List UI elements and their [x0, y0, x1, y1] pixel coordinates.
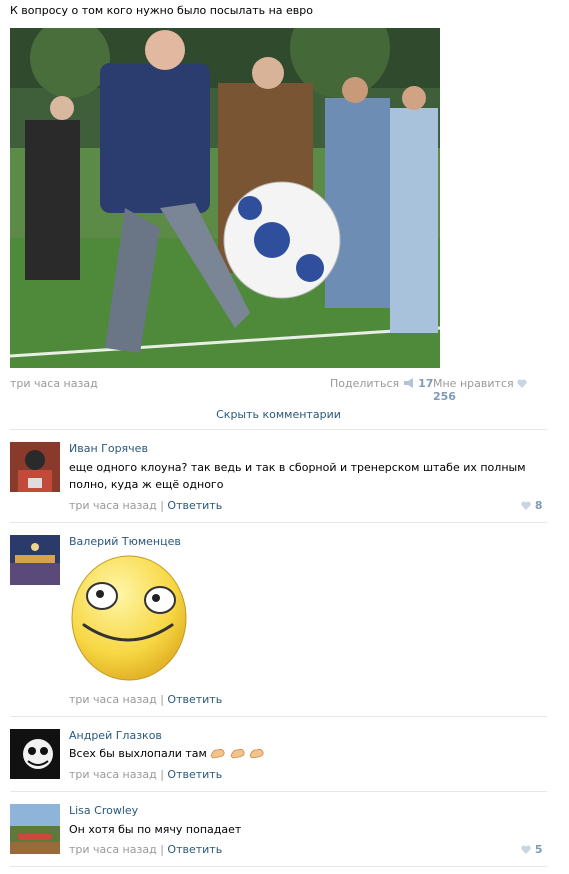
comment-meta: три часа назад | Ответить	[69, 768, 222, 781]
reply-link[interactable]: Ответить	[167, 499, 222, 512]
heart-icon	[517, 379, 527, 388]
comment-meta: три часа назад | Ответить	[69, 843, 222, 856]
avatar[interactable]	[10, 804, 60, 854]
avatar[interactable]	[10, 535, 60, 585]
comment-author[interactable]: Lisa Crowley	[69, 804, 138, 817]
flexed-biceps-emoji	[210, 748, 225, 759]
heart-icon	[521, 501, 531, 510]
divider	[10, 791, 547, 792]
comment-author[interactable]: Андрей Глазков	[69, 729, 162, 742]
comment-like-button[interactable]: 5	[521, 843, 543, 856]
smiley-sticker	[71, 555, 187, 681]
share-count: 17	[418, 377, 434, 390]
divider	[10, 429, 547, 430]
share-label: Поделиться	[330, 377, 400, 390]
share-button[interactable]: Поделиться 17	[330, 377, 433, 390]
like-count: 256	[433, 390, 456, 403]
comment-like-button[interactable]: 8	[521, 499, 543, 512]
divider	[10, 522, 547, 523]
post-meta: три часа назад Поделиться 17 Мне нравитс…	[10, 377, 540, 403]
avatar-image	[10, 535, 60, 585]
football-photo	[10, 28, 440, 368]
comment-time: три часа назад	[69, 499, 157, 512]
reply-link[interactable]: Ответить	[167, 693, 222, 706]
avatar[interactable]	[10, 442, 60, 492]
comment-time: три часа назад	[69, 693, 157, 706]
post-photo[interactable]	[10, 28, 440, 368]
post-time: три часа назад	[10, 377, 98, 390]
megaphone-icon	[403, 378, 413, 388]
comment-like-count: 5	[534, 843, 543, 856]
avatar-image	[10, 729, 60, 779]
comment-author[interactable]: Иван Горячев	[69, 442, 148, 455]
reply-link[interactable]: Ответить	[167, 843, 222, 856]
like-label: Мне нравится	[433, 377, 514, 390]
comment-time: три часа назад	[69, 768, 157, 781]
avatar-image	[10, 442, 60, 492]
meta-separator: |	[160, 843, 164, 856]
comment-time: три часа назад	[69, 843, 157, 856]
divider	[10, 716, 547, 717]
meta-separator: |	[160, 768, 164, 781]
comment-text-row: Всех бы выхлопали там	[69, 745, 549, 762]
comment-like-count: 8	[534, 499, 543, 512]
flexed-biceps-emoji	[230, 748, 245, 759]
meta-separator: |	[160, 693, 164, 706]
post-text: К вопросу о том кого нужно было посылать…	[10, 4, 313, 17]
comment-text: еще одного клоуна? так ведь и так в сбор…	[69, 461, 526, 491]
meta-separator: |	[160, 499, 164, 512]
comment-author[interactable]: Валерий Тюменцев	[69, 535, 181, 548]
heart-icon	[521, 845, 531, 854]
avatar-image	[10, 804, 60, 854]
comment-text: Всех бы выхлопали там	[69, 747, 207, 760]
avatar[interactable]	[10, 729, 60, 779]
like-button[interactable]: Мне нравится 256	[433, 377, 540, 403]
comment-meta: три часа назад | Ответить	[69, 499, 222, 512]
divider	[10, 866, 547, 867]
flexed-biceps-emoji	[249, 748, 264, 759]
comment-text: Он хотя бы по мячу попадает	[69, 823, 242, 836]
hide-comments-link[interactable]: Скрыть комментарии	[0, 408, 557, 421]
comment-meta: три часа назад | Ответить	[69, 693, 222, 706]
reply-link[interactable]: Ответить	[167, 768, 222, 781]
